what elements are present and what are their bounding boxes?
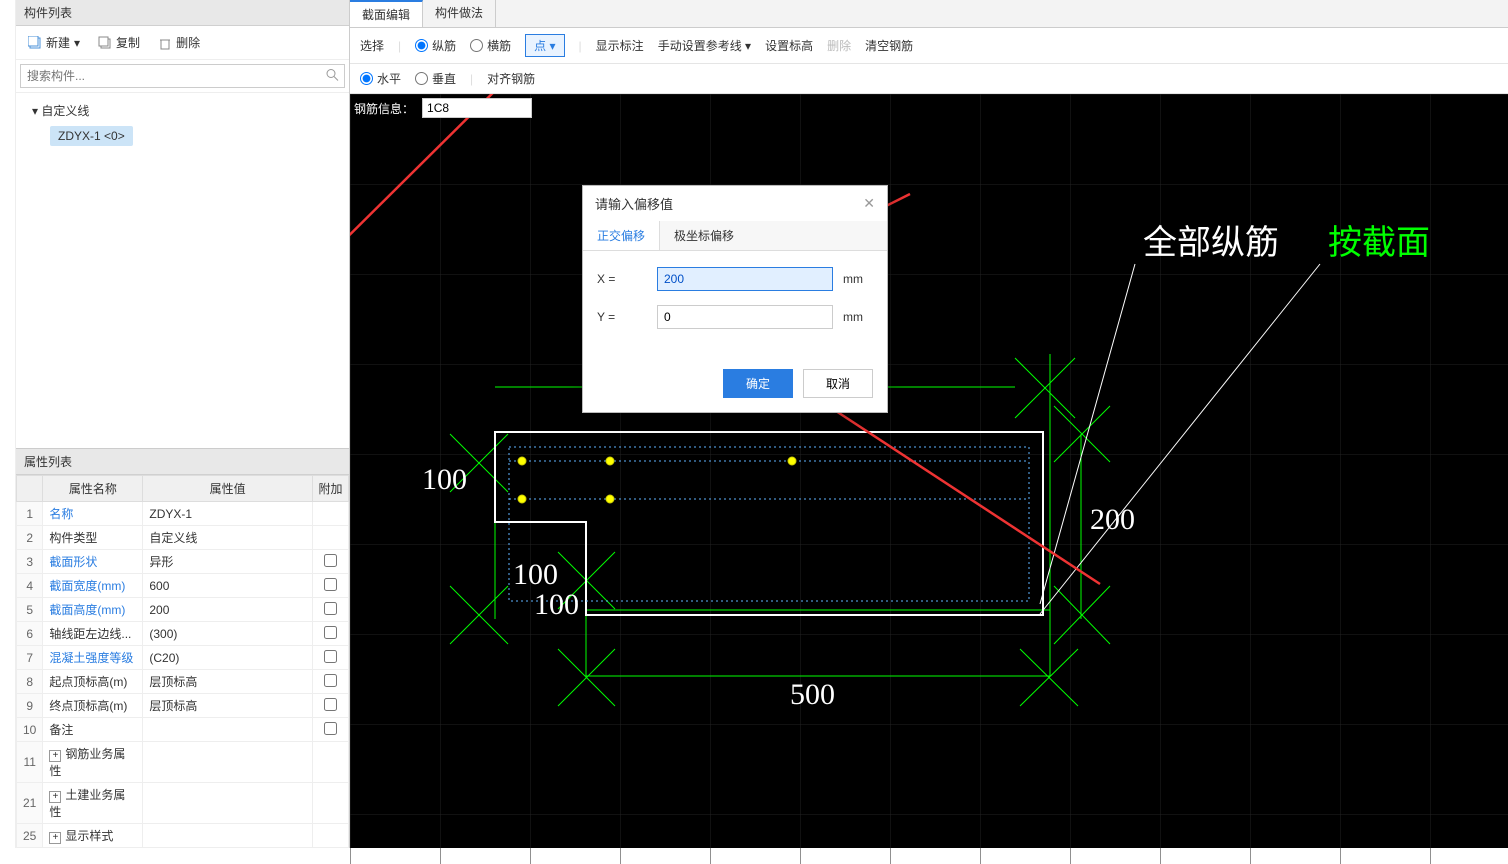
manual-refline[interactable]: 手动设置参考线 ▾: [658, 37, 751, 54]
radio-zong[interactable]: 纵筋: [415, 37, 456, 54]
set-elevation[interactable]: 设置标高: [765, 37, 813, 54]
offset-dialog: 请输入偏移值 ✕ 正交偏移 极坐标偏移 X = mm Y = mm 确定 取消: [582, 185, 888, 413]
table-row[interactable]: 9终点顶标高(m)层顶标高: [17, 694, 349, 718]
property-list-title: 属性列表: [16, 449, 349, 475]
svg-text:100: 100: [422, 463, 467, 496]
svg-text:全部纵筋: 全部纵筋: [1143, 224, 1279, 262]
col-name: 属性名称: [43, 476, 143, 502]
y-unit: mm: [843, 310, 873, 324]
table-row[interactable]: 21+土建业务属性: [17, 783, 349, 824]
clear-rebar[interactable]: 清空钢筋: [865, 37, 913, 54]
table-row[interactable]: 3截面形状异形: [17, 550, 349, 574]
rebar-info-label: 钢筋信息：: [354, 100, 414, 117]
select-tool[interactable]: 选择: [360, 37, 384, 54]
tab-polar-offset[interactable]: 极坐标偏移: [660, 221, 748, 250]
new-icon: [28, 36, 42, 50]
col-extra: 附加: [313, 476, 349, 502]
tab-section-edit[interactable]: 截面编辑: [350, 0, 423, 27]
delete-tool: 删除: [827, 37, 851, 54]
new-button[interactable]: 新建 ▾: [24, 32, 84, 53]
x-label: X =: [597, 272, 647, 286]
table-row[interactable]: 7混凝土强度等级(C20): [17, 646, 349, 670]
table-row[interactable]: 10备注: [17, 718, 349, 742]
search-icon[interactable]: [325, 68, 339, 85]
section-canvas[interactable]: 100 100 100 200 500 全部纵筋 按截面: [350, 94, 1508, 848]
copy-icon: [98, 36, 112, 50]
table-row[interactable]: 8起点顶标高(m)层顶标高: [17, 670, 349, 694]
delete-button[interactable]: 删除: [154, 32, 204, 53]
table-row[interactable]: 6轴线距左边线...(300): [17, 622, 349, 646]
table-row[interactable]: 4截面宽度(mm)600: [17, 574, 349, 598]
component-list-title: 构件列表: [16, 0, 349, 26]
table-row[interactable]: 5截面高度(mm)200: [17, 598, 349, 622]
svg-text:100: 100: [534, 588, 579, 621]
svg-text:按截面: 按截面: [1328, 224, 1430, 262]
tree-child-item[interactable]: ZDYX-1 <0>: [50, 126, 133, 146]
x-input[interactable]: [657, 267, 833, 291]
show-annotation[interactable]: 显示标注: [596, 37, 644, 54]
delete-icon: [158, 36, 172, 50]
x-unit: mm: [843, 272, 873, 286]
align-rebar[interactable]: 对齐钢筋: [487, 70, 535, 87]
ok-button[interactable]: 确定: [723, 369, 793, 398]
radio-heng[interactable]: 横筋: [470, 37, 511, 54]
tab-component-practice[interactable]: 构件做法: [423, 0, 496, 27]
search-input[interactable]: [20, 64, 345, 88]
col-val: 属性值: [143, 476, 313, 502]
close-icon[interactable]: ✕: [863, 195, 875, 212]
table-row[interactable]: 25+显示样式: [17, 824, 349, 848]
copy-button[interactable]: 复制: [94, 32, 144, 53]
svg-text:100: 100: [513, 558, 558, 591]
table-row[interactable]: 11+钢筋业务属性: [17, 742, 349, 783]
property-table: 属性名称 属性值 附加 1名称ZDYX-12构件类型自定义线3截面形状异形4截面…: [16, 475, 349, 848]
tree-root-item[interactable]: ▾ 自定义线: [26, 99, 339, 122]
radio-horizontal[interactable]: 水平: [360, 70, 401, 87]
cancel-button[interactable]: 取消: [803, 369, 873, 398]
y-label: Y =: [597, 310, 647, 324]
svg-text:200: 200: [1090, 503, 1135, 536]
y-input[interactable]: [657, 305, 833, 329]
radio-vertical[interactable]: 垂直: [415, 70, 456, 87]
table-row[interactable]: 2构件类型自定义线: [17, 526, 349, 550]
rebar-info-combo[interactable]: [422, 98, 532, 118]
table-row[interactable]: 1名称ZDYX-1: [17, 502, 349, 526]
svg-text:500: 500: [790, 678, 835, 711]
tab-ortho-offset[interactable]: 正交偏移: [583, 221, 660, 250]
dialog-title: 请输入偏移值: [595, 194, 673, 213]
point-button[interactable]: 点 ▾: [525, 34, 564, 57]
